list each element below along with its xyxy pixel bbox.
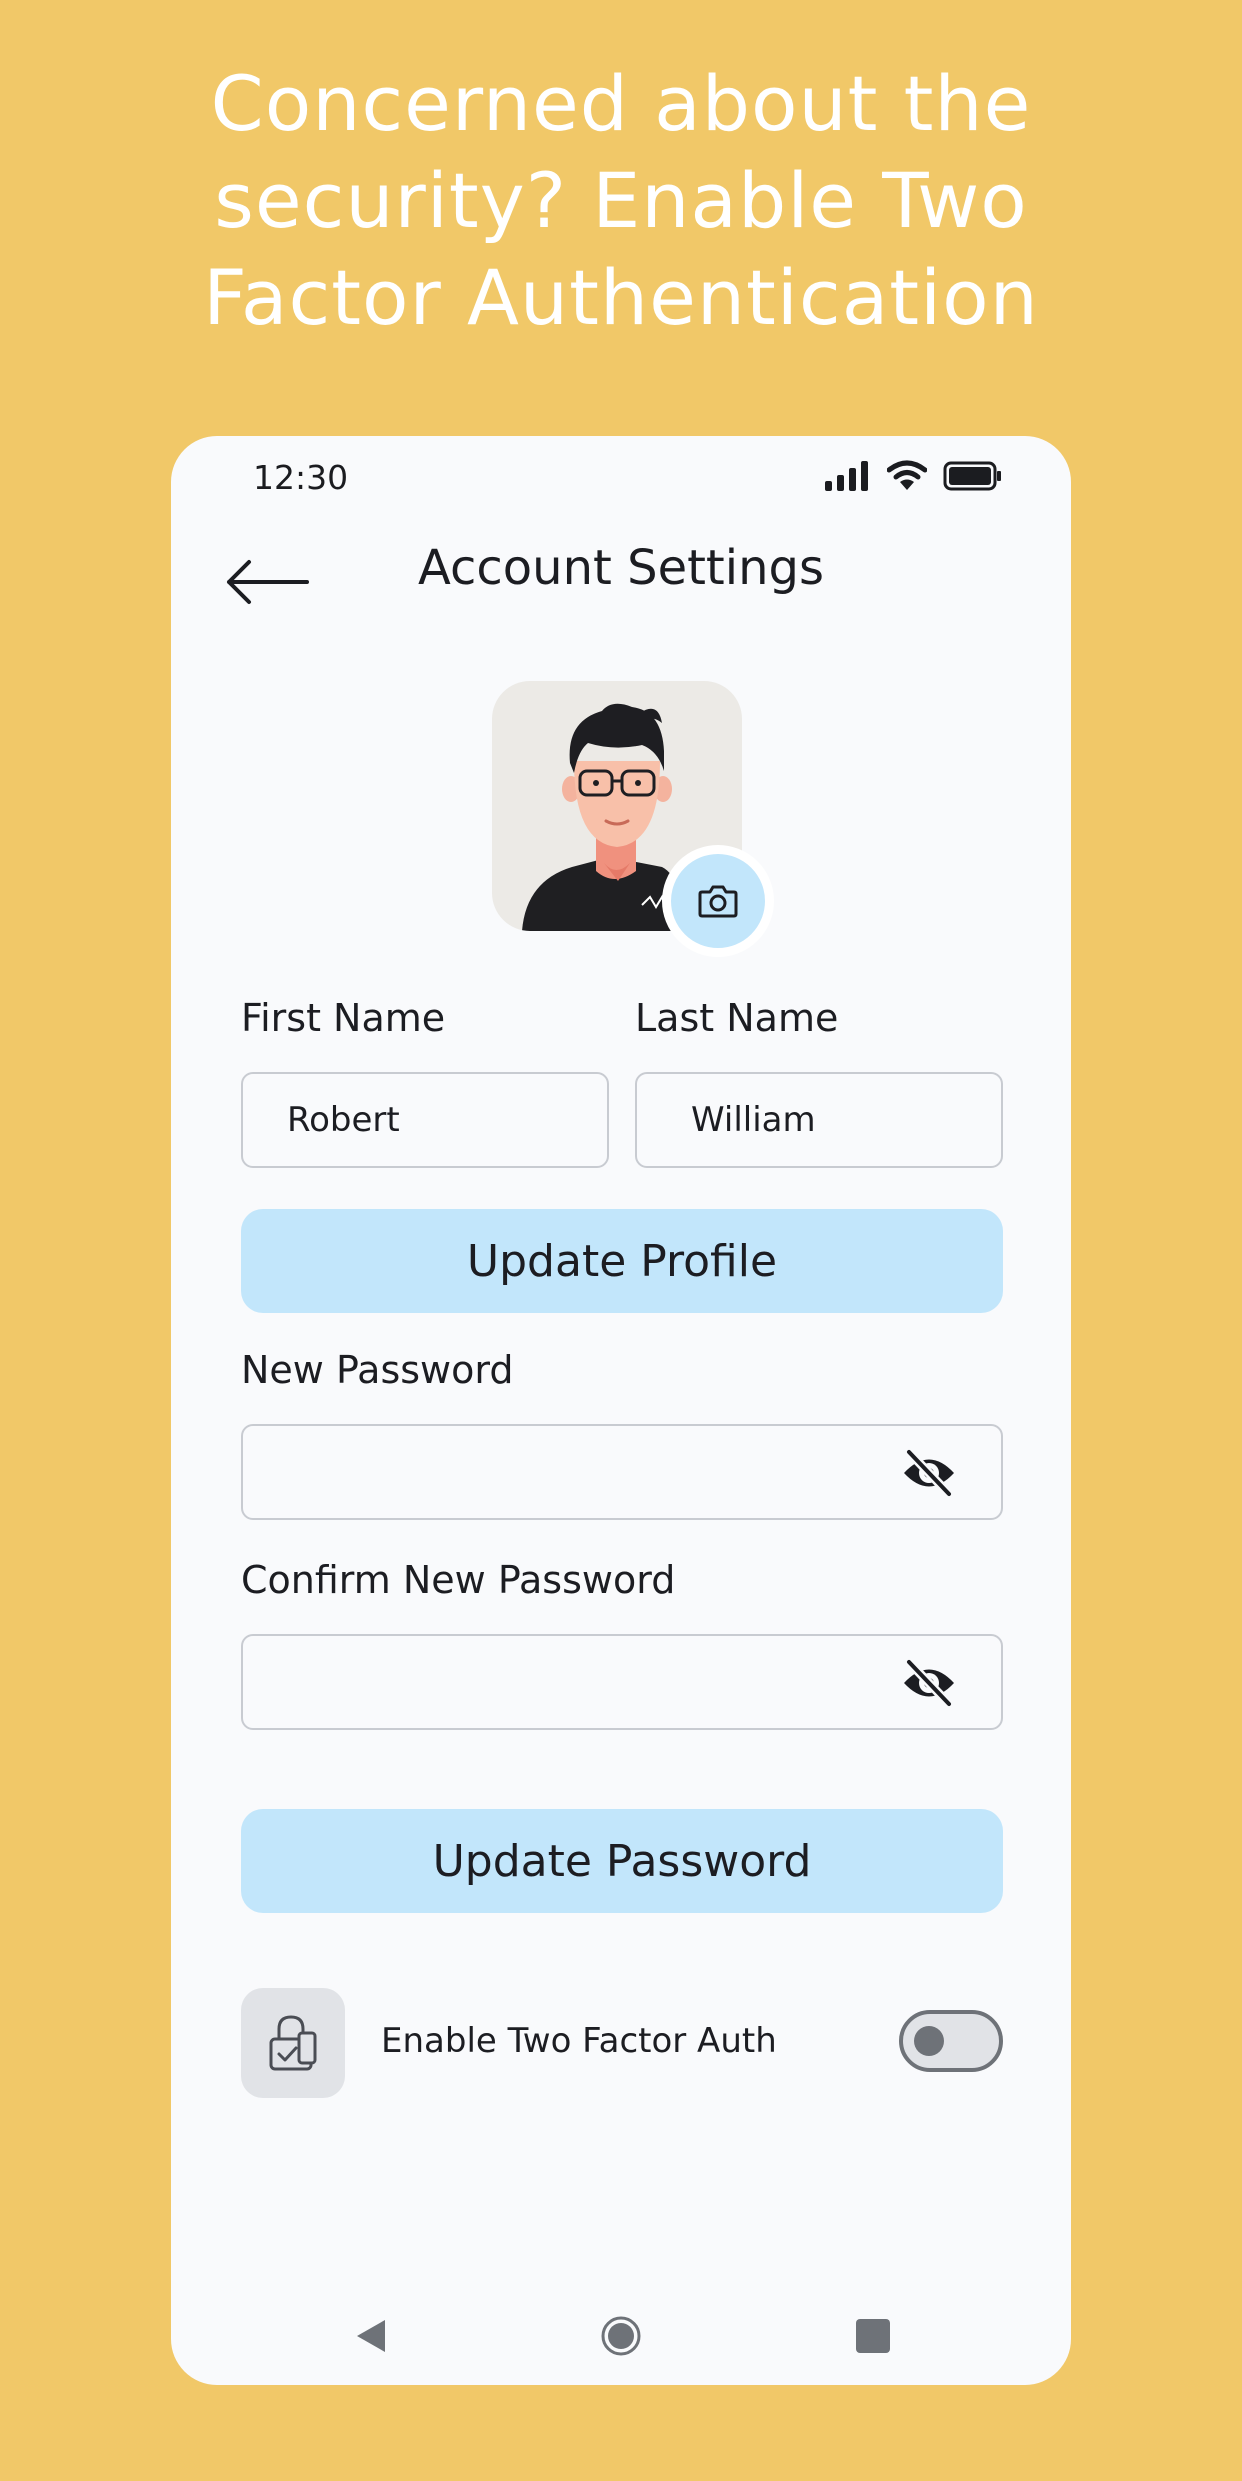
- wifi-icon: [887, 460, 927, 490]
- two-factor-label: Enable Two Factor Auth: [381, 2021, 777, 2061]
- two-factor-toggle[interactable]: [899, 2010, 1003, 2072]
- back-triangle-icon[interactable]: [351, 2316, 391, 2356]
- lock-check-icon: [269, 2015, 317, 2071]
- headline-line-2: security? Enable Two: [214, 156, 1028, 245]
- signal-icon: [825, 461, 868, 491]
- update-password-button[interactable]: Update Password: [241, 1809, 1003, 1913]
- new-password-label: New Password: [241, 1348, 514, 1392]
- status-icons: [825, 460, 1003, 492]
- headline: Concerned about the security? Enable Two…: [0, 55, 1242, 346]
- first-name-label: First Name: [241, 996, 446, 1040]
- recents-square-icon[interactable]: [853, 2316, 893, 2356]
- new-password-input[interactable]: [243, 1426, 1001, 1518]
- update-profile-button[interactable]: Update Profile: [241, 1209, 1003, 1313]
- eye-off-icon[interactable]: [901, 1448, 957, 1498]
- confirm-password-field[interactable]: [241, 1634, 1003, 1730]
- status-time: 12:30: [253, 458, 349, 497]
- two-factor-icon-tile: [241, 1988, 345, 2098]
- first-name-input[interactable]: [243, 1074, 607, 1166]
- confirm-password-label: Confirm New Password: [241, 1558, 676, 1602]
- headline-line-1: Concerned about the: [210, 59, 1032, 148]
- headline-line-3: Factor Authentication: [203, 253, 1039, 342]
- last-name-field[interactable]: [635, 1072, 1003, 1168]
- toggle-knob: [914, 2026, 944, 2056]
- confirm-password-input[interactable]: [243, 1636, 1001, 1728]
- battery-icon: [943, 461, 1001, 491]
- page-title: Account Settings: [418, 540, 824, 596]
- first-name-field[interactable]: [241, 1072, 609, 1168]
- eye-off-icon[interactable]: [901, 1658, 957, 1708]
- change-photo-button[interactable]: [662, 845, 774, 957]
- camera-icon: [698, 885, 738, 918]
- phone-screen: 12:30 Account Settings First Name Last N…: [171, 436, 1071, 2385]
- last-name-label: Last Name: [635, 996, 839, 1040]
- last-name-input[interactable]: [637, 1074, 1001, 1166]
- new-password-field[interactable]: [241, 1424, 1003, 1520]
- home-circle-icon[interactable]: [601, 2316, 641, 2356]
